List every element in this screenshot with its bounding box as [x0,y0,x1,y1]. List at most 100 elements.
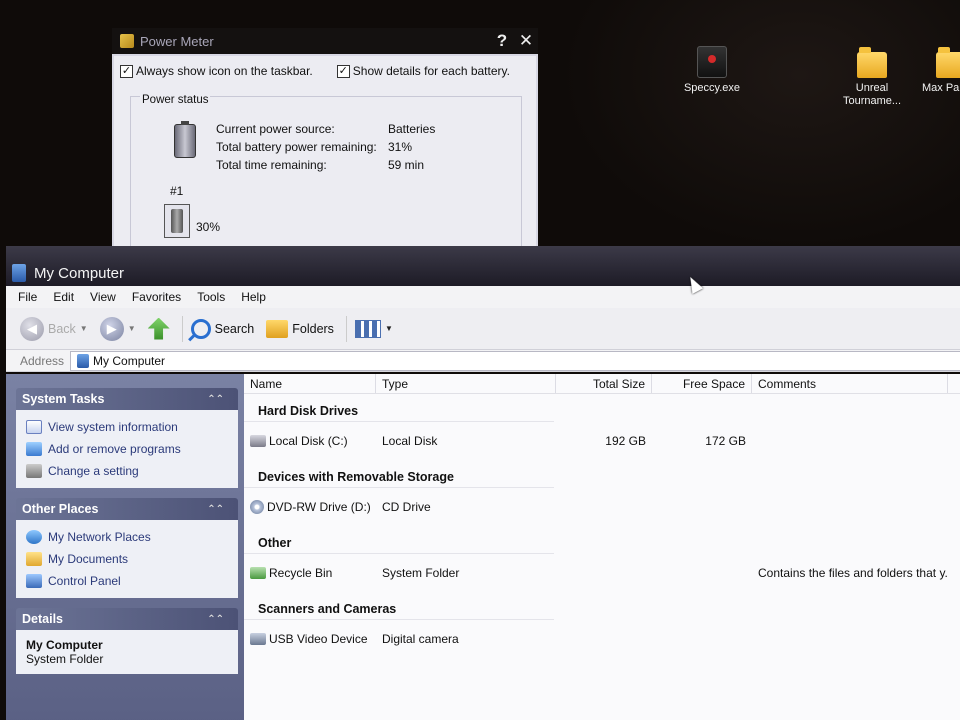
task-label: Add or remove programs [48,442,181,456]
recycle-bin-icon [250,567,266,579]
folders-button[interactable]: Folders [266,319,334,338]
help-button[interactable]: ? [490,31,514,51]
system-info-icon [26,420,42,434]
my-computer-window: My Computer File Edit View Favorites Too… [6,246,960,720]
column-type[interactable]: Type [376,374,556,393]
my-computer-icon [12,264,26,282]
details-header[interactable]: Details ⌃⌃ [16,608,238,630]
details-name: My Computer [26,638,103,652]
stat-label: Total battery power remaining: [216,140,377,154]
forward-arrow-icon: ▶ [99,316,124,341]
column-free-space[interactable]: Free Space [652,374,752,393]
list-item-dvd-drive[interactable]: DVD-RW Drive (D:) CD Drive [244,488,960,526]
control-panel-icon [26,574,42,588]
address-label: Address [20,353,65,368]
show-taskbar-icon-checkbox[interactable]: ✓ Always show icon on the taskbar. [120,64,313,78]
menu-file[interactable]: File [18,290,37,304]
desktop-icon-unreal-tournament[interactable]: Unreal Tourname... [832,47,912,108]
battery-1-percent: 30% [196,220,221,234]
list-item-local-disk[interactable]: Local Disk (C:) Local Disk 192 GB 172 GB [244,422,960,460]
column-name[interactable]: Name [244,374,376,393]
views-button[interactable]: ▼ [354,319,393,338]
search-icon [190,318,211,339]
dvd-drive-icon [250,500,264,514]
desktop-icon-max-payne[interactable]: Max Pa [906,47,960,95]
toolbar-separator [345,315,347,342]
checkbox-label: Show details for each battery. [352,64,510,78]
panel-title: Other Places [22,502,99,516]
battery-icon [174,121,196,158]
item-comment: Contains the files and folders that y... [758,566,948,580]
desktop-icon-label: Max Pa [922,82,960,94]
collapse-icon[interactable]: ⌃⌃ [207,504,224,515]
power-meter-titlebar[interactable]: Power Meter ? ✕ [112,28,538,54]
collapse-icon[interactable]: ⌃⌃ [207,614,224,625]
show-battery-details-checkbox[interactable]: ✓ Show details for each battery. [336,64,510,78]
stat-label: Current power source: [216,122,335,136]
group-header-removable-storage: Devices with Removable Storage [244,460,554,488]
task-pane: System Tasks ⌃⌃ View system information … [6,374,244,720]
item-total-size: 192 GB [605,434,646,448]
battery-1-icon[interactable] [164,204,190,238]
other-places-header[interactable]: Other Places ⌃⌃ [16,498,238,520]
stat-row: Current power source: Batteries [216,120,435,138]
address-field[interactable]: My Computer [70,350,960,371]
column-comments[interactable]: Comments [752,374,948,393]
place-label: My Documents [48,552,129,566]
menu-help[interactable]: Help [241,290,266,304]
item-type: Local Disk [382,434,438,448]
add-remove-programs-link[interactable]: Add or remove programs [26,438,228,460]
checkbox-checked-icon[interactable]: ✓ [120,64,133,78]
my-computer-titlebar[interactable]: My Computer [6,246,960,286]
back-arrow-icon: ◀ [20,316,44,341]
item-free-space: 172 GB [705,434,746,448]
close-button[interactable]: ✕ [514,31,538,51]
up-folder-button[interactable] [147,317,170,340]
my-documents-link[interactable]: My Documents [26,548,228,570]
dropdown-arrow-icon[interactable]: ▼ [80,324,88,333]
search-label: Search [214,321,255,336]
desktop-background [560,0,960,250]
power-stats: Current power source: Batteries Total ba… [216,120,435,174]
checkbox-label: Always show icon on the taskbar. [136,64,313,78]
item-name: USB Video Device [269,632,368,646]
task-label: View system information [48,420,178,434]
place-label: Control Panel [48,574,121,588]
dropdown-arrow-icon[interactable]: ▼ [128,324,136,333]
power-meter-title: Power Meter [140,33,214,49]
hard-disk-icon [250,435,266,447]
group-header-scanners-cameras: Scanners and Cameras [244,592,554,620]
place-label: My Network Places [48,530,151,544]
item-type: Digital camera [382,632,459,646]
column-total-size[interactable]: Total Size [556,374,652,393]
menu-view[interactable]: View [90,290,116,304]
details-type: System Folder [26,652,104,666]
window-title: My Computer [34,265,125,282]
group-header-hard-disk-drives: Hard Disk Drives [244,394,554,422]
item-type: CD Drive [382,500,431,514]
back-label: Back [48,321,76,336]
my-network-places-link[interactable]: My Network Places [26,526,228,548]
collapse-icon[interactable]: ⌃⌃ [207,394,224,405]
menu-edit[interactable]: Edit [53,290,74,304]
settings-icon [26,464,42,478]
view-system-information-link[interactable]: View system information [26,416,228,438]
back-button[interactable]: ◀ Back ▼ [20,316,88,341]
dropdown-arrow-icon[interactable]: ▼ [385,324,393,333]
list-item-recycle-bin[interactable]: Recycle Bin System Folder Contains the f… [244,554,960,592]
checkbox-checked-icon[interactable]: ✓ [336,64,350,78]
search-button[interactable]: Search [190,318,255,339]
change-setting-link[interactable]: Change a setting [26,460,228,482]
system-tasks-header[interactable]: System Tasks ⌃⌃ [16,388,238,410]
desktop-icon-speccy[interactable]: Speccy.exe [672,46,752,95]
content-area: System Tasks ⌃⌃ View system information … [6,374,960,720]
task-label: Change a setting [48,464,139,478]
stat-label: Total time remaining: [216,158,327,172]
control-panel-link[interactable]: Control Panel [26,570,228,592]
panel-title: System Tasks [22,392,105,406]
menu-favorites[interactable]: Favorites [132,290,181,304]
menu-tools[interactable]: Tools [197,290,225,304]
list-item-usb-video-device[interactable]: USB Video Device Digital camera [244,620,960,658]
forward-button[interactable]: ▶ ▼ [99,316,136,341]
desktop-icon-label: Unreal Tourname... [842,82,902,107]
